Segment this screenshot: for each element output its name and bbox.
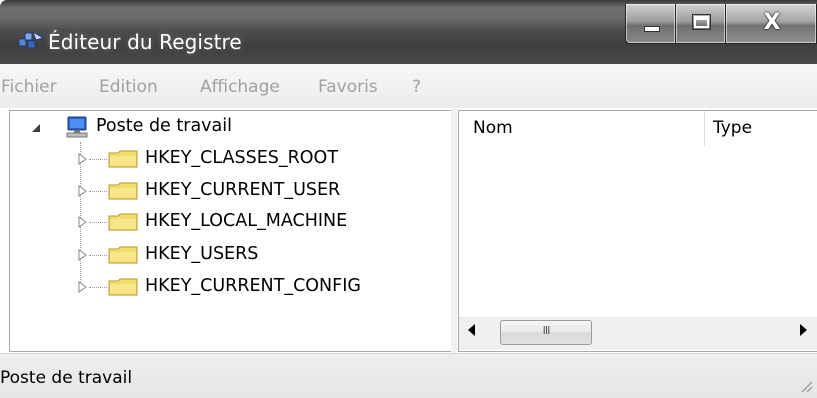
- minimize-icon: [644, 26, 660, 32]
- folder-icon: [108, 213, 138, 231]
- title-bar[interactable]: Éditeur du Registre X: [0, 0, 817, 64]
- folder-icon: [108, 278, 138, 296]
- folder-icon: [108, 182, 138, 200]
- maximize-button[interactable]: [675, 4, 726, 44]
- tree-node-hkcr[interactable]: HKEY_CLASSES_ROOT: [145, 148, 338, 168]
- tree-node-root[interactable]: Poste de travail: [96, 116, 232, 136]
- scroll-thumb[interactable]: III: [500, 320, 592, 345]
- window-title: Éditeur du Registre: [48, 30, 242, 54]
- folder-icon: [108, 246, 138, 264]
- close-button[interactable]: X: [725, 4, 817, 44]
- tree-branch: [89, 255, 107, 256]
- registry-editor-window: Éditeur du Registre X Fichier Edition Af…: [0, 0, 817, 398]
- collapse-icon[interactable]: [31, 123, 41, 133]
- close-icon: X: [763, 10, 781, 35]
- resize-grip-icon[interactable]: [796, 376, 814, 394]
- tree-node-hkcu[interactable]: HKEY_CURRENT_USER: [145, 180, 340, 200]
- column-header-type[interactable]: Type: [713, 118, 752, 138]
- maximize-icon: [692, 14, 711, 30]
- pane-splitter[interactable]: [451, 108, 457, 353]
- expand-icon[interactable]: [78, 153, 87, 165]
- tree-node-hklm[interactable]: HKEY_LOCAL_MACHINE: [145, 211, 347, 231]
- tree-branch: [89, 191, 107, 192]
- tree-node-hku[interactable]: HKEY_USERS: [145, 244, 258, 264]
- status-text: Poste de travail: [0, 368, 133, 388]
- expand-icon[interactable]: [78, 216, 87, 228]
- minimize-button[interactable]: [625, 4, 676, 44]
- tree-branch: [89, 287, 107, 288]
- tree-node-hkcc[interactable]: HKEY_CURRENT_CONFIG: [145, 276, 361, 296]
- key-tree-pane[interactable]: [9, 110, 452, 352]
- menu-favoris[interactable]: Favoris: [318, 77, 378, 97]
- regedit-icon: [18, 30, 44, 49]
- menu-help[interactable]: ?: [412, 77, 421, 97]
- scroll-left-icon[interactable]: [468, 324, 475, 336]
- expand-icon[interactable]: [78, 185, 87, 197]
- grip-icon: III: [542, 324, 551, 337]
- tree-branch: [89, 159, 107, 160]
- menu-fichier[interactable]: Fichier: [1, 77, 57, 97]
- folder-icon: [108, 150, 138, 168]
- computer-icon: [66, 116, 88, 138]
- expand-icon[interactable]: [78, 249, 87, 261]
- tree-branch: [89, 222, 107, 223]
- caption-buttons: X: [625, 4, 817, 44]
- column-header-nom[interactable]: Nom: [473, 118, 513, 138]
- column-separator[interactable]: [704, 111, 705, 147]
- list-header: [459, 111, 817, 147]
- expand-icon[interactable]: [78, 281, 87, 293]
- scroll-right-icon[interactable]: [800, 324, 807, 336]
- menu-affichage[interactable]: Affichage: [200, 77, 280, 97]
- menu-edition[interactable]: Edition: [99, 77, 158, 97]
